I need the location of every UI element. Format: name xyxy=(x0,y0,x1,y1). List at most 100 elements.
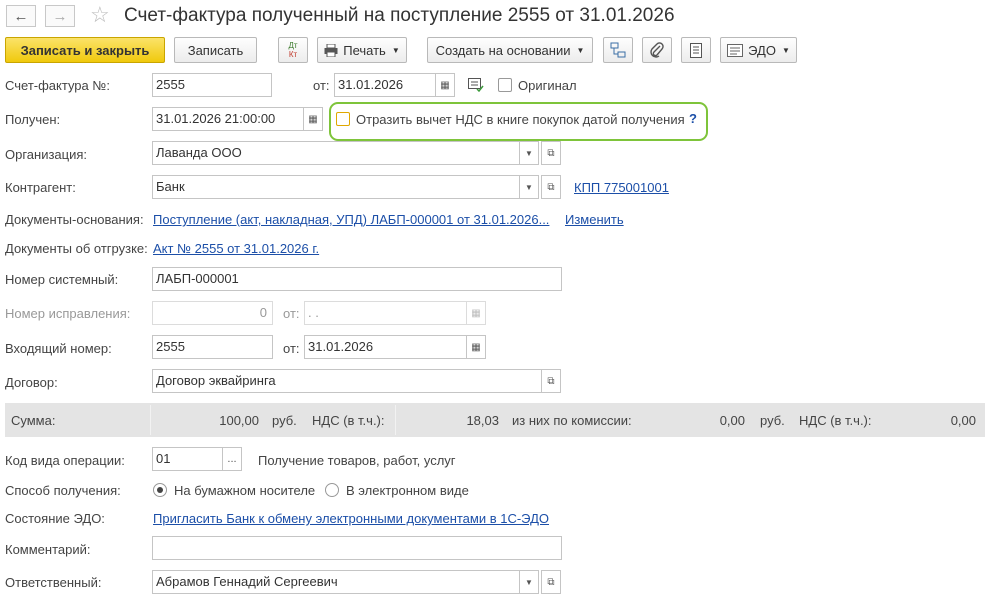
save-and-close-button[interactable]: Записать и закрыть xyxy=(5,37,165,63)
vat-deduction-checkbox[interactable] xyxy=(336,112,350,126)
back-button[interactable]: ← xyxy=(6,5,36,27)
operation-code-label: Код вида операции: xyxy=(5,453,125,468)
list-button[interactable] xyxy=(681,37,711,63)
organization-input[interactable]: Лаванда ООО xyxy=(152,141,520,165)
comment-input[interactable] xyxy=(152,536,562,560)
edo-button[interactable]: ЭДО ▼ xyxy=(720,37,797,63)
commission-currency: руб. xyxy=(760,413,785,428)
paperclip-icon xyxy=(650,42,664,58)
correction-number-input: 0 xyxy=(152,301,273,325)
calendar-button[interactable]: ▦ xyxy=(435,73,455,97)
calendar-button[interactable]: ▦ xyxy=(303,107,323,131)
method-paper-label: На бумажном носителе xyxy=(174,483,316,498)
save-button[interactable]: Записать xyxy=(174,37,257,63)
operation-code-input[interactable]: 01 xyxy=(152,447,223,471)
chevron-down-icon: ▼ xyxy=(525,577,533,587)
responsible-dropdown[interactable]: ▼ xyxy=(519,570,539,594)
create-based-on-button[interactable]: Создать на основании ▼ xyxy=(427,37,593,63)
edo-icon xyxy=(727,43,744,57)
correction-date-input: . . xyxy=(304,301,467,325)
counterparty-dropdown[interactable]: ▼ xyxy=(519,175,539,199)
help-icon[interactable]: ? xyxy=(689,111,697,126)
base-docs-link[interactable]: Поступление (акт, накладная, УПД) ЛАБП-0… xyxy=(153,212,549,227)
print-label: Печать xyxy=(343,42,386,58)
commission-vat-value: 0,00 xyxy=(950,413,976,428)
method-electronic-label: В электронном виде xyxy=(346,483,469,498)
attach-button[interactable] xyxy=(642,37,672,63)
forward-button[interactable]: → xyxy=(45,5,75,27)
organization-dropdown[interactable]: ▼ xyxy=(519,141,539,165)
received-datetime-input[interactable]: 31.01.2026 21:00:00 xyxy=(152,107,304,131)
invoice-number-label: Счет-фактура №: xyxy=(5,78,110,93)
kpp-link[interactable]: КПП 775001001 xyxy=(574,180,669,195)
arrow-left-icon: ← xyxy=(13,7,29,25)
counterparty-open-button[interactable]: ⧉ xyxy=(541,175,561,199)
document-check-icon[interactable] xyxy=(468,78,484,95)
calendar-icon: ▦ xyxy=(308,113,318,125)
contract-input[interactable]: Договор эквайринга xyxy=(152,369,542,393)
list-icon xyxy=(690,42,702,58)
calendar-icon: ▦ xyxy=(471,341,481,353)
original-checkbox[interactable] xyxy=(498,78,512,92)
organization-open-button[interactable]: ⧉ xyxy=(541,141,561,165)
kt-label: Кт xyxy=(288,50,298,59)
shipment-docs-link[interactable]: Акт № 2555 от 31.01.2026 г. xyxy=(153,241,319,256)
counterparty-label: Контрагент: xyxy=(5,180,76,195)
invoice-number-input[interactable]: 2555 xyxy=(152,73,272,97)
comment-label: Комментарий: xyxy=(5,542,91,557)
counterparty-input[interactable]: Банк xyxy=(152,175,520,199)
vat-deduction-label: Отразить вычет НДС в книге покупок датой… xyxy=(356,112,685,127)
organization-label: Организация: xyxy=(5,147,88,162)
open-icon: ⧉ xyxy=(547,181,555,193)
chevron-down-icon: ▼ xyxy=(781,45,790,55)
commission-vat-label: НДС (в т.ч.): xyxy=(799,413,872,428)
responsible-label: Ответственный: xyxy=(5,575,102,590)
incoming-from-label: от: xyxy=(283,341,300,356)
arrow-right-icon: → xyxy=(52,7,68,25)
invoice-from-label: от: xyxy=(313,78,330,93)
correction-number-label: Номер исправления: xyxy=(5,306,131,321)
summary-separator xyxy=(395,405,396,435)
change-link[interactable]: Изменить xyxy=(565,212,624,227)
structure-button[interactable] xyxy=(603,37,633,63)
responsible-input[interactable]: Абрамов Геннадий Сергеевич xyxy=(152,570,520,594)
received-label: Получен: xyxy=(5,112,61,127)
open-icon: ⧉ xyxy=(547,576,555,588)
chevron-down-icon: ▼ xyxy=(525,148,533,158)
summary-separator xyxy=(150,405,151,435)
operation-code-select-button[interactable]: ... xyxy=(222,447,242,471)
responsible-open-button[interactable]: ⧉ xyxy=(541,570,561,594)
sum-currency: руб. xyxy=(272,413,297,428)
calendar-button[interactable]: ▦ xyxy=(466,335,486,359)
method-label: Способ получения: xyxy=(5,483,121,498)
open-icon: ⧉ xyxy=(547,147,555,159)
method-paper-radio[interactable] xyxy=(153,483,167,497)
print-button[interactable]: Печать ▼ xyxy=(317,37,407,63)
system-number-input[interactable]: ЛАБП-000001 xyxy=(152,267,562,291)
page-title: Счет-фактура полученный на поступление 2… xyxy=(124,5,675,26)
sum-label: Сумма: xyxy=(11,413,56,428)
incoming-date-input[interactable]: 31.01.2026 xyxy=(304,335,467,359)
shipment-docs-label: Документы об отгрузке: xyxy=(5,241,148,256)
base-docs-label: Документы-основания: xyxy=(5,212,144,227)
contract-open-button[interactable]: ⧉ xyxy=(541,369,561,393)
favorite-star-icon[interactable]: ☆ xyxy=(90,2,110,28)
calendar-button: ▦ xyxy=(466,301,486,325)
invoice-date-input[interactable]: 31.01.2026 xyxy=(334,73,436,97)
contract-label: Договор: xyxy=(5,375,58,390)
edo-label: ЭДО xyxy=(748,42,776,58)
correction-from-label: от: xyxy=(283,306,300,321)
chevron-down-icon: ▼ xyxy=(525,182,533,192)
edo-invite-link[interactable]: Пригласить Банк к обмену электронными до… xyxy=(153,511,549,526)
method-electronic-radio[interactable] xyxy=(325,483,339,497)
incoming-number-label: Входящий номер: xyxy=(5,341,112,356)
operation-description: Получение товаров, работ, услуг xyxy=(258,453,456,468)
chevron-down-icon: ▼ xyxy=(576,45,585,55)
incoming-number-input[interactable]: 2555 xyxy=(152,335,273,359)
dt-label: Дт xyxy=(288,41,298,50)
sum-value: 100,00 xyxy=(219,413,259,428)
dt-kt-button[interactable]: Дт Кт xyxy=(278,37,308,63)
edo-state-label: Состояние ЭДО: xyxy=(5,511,105,526)
system-number-label: Номер системный: xyxy=(5,272,119,287)
commission-label: из них по комиссии: xyxy=(512,413,632,428)
